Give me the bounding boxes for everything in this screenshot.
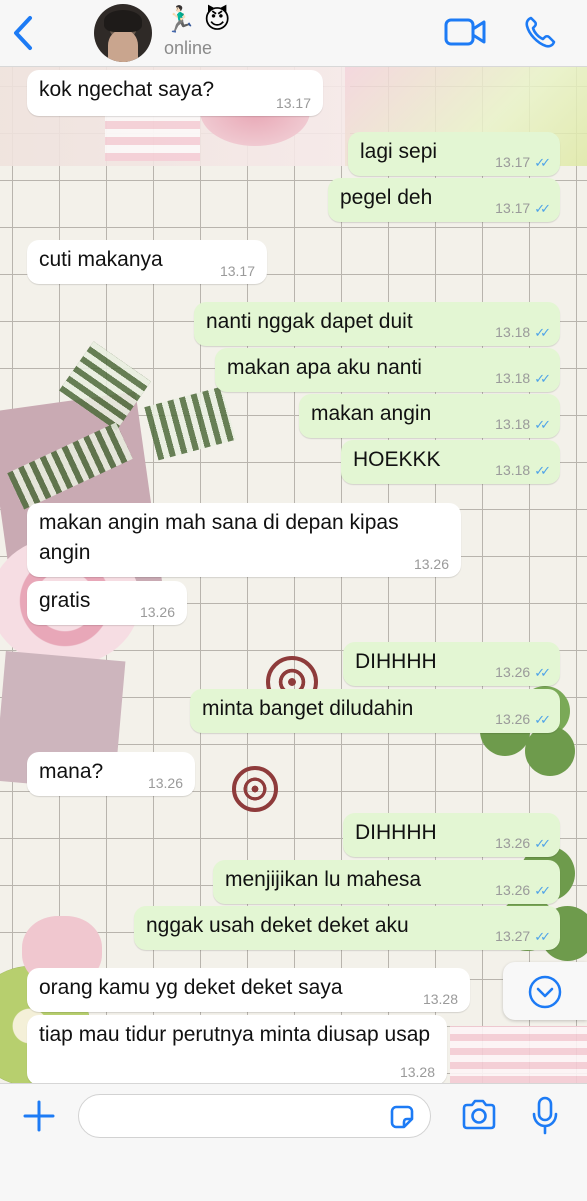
message-bubble-outgoing[interactable]: makan apa aku nanti 13.18 ✓✓: [215, 348, 560, 392]
message-bubble-incoming[interactable]: cuti makanya 13.17: [27, 240, 267, 284]
chevron-down-circle-icon: [528, 975, 562, 1009]
message-time: 13.26: [147, 775, 183, 791]
read-receipt-icon: ✓✓: [534, 371, 551, 386]
message-bubble-incoming[interactable]: gratis 13.26: [27, 581, 187, 625]
message-bubble-incoming[interactable]: tiap mau tidur perutnya minta diusap usa…: [27, 1015, 447, 1083]
message-text: tiap mau tidur perutnya minta diusap usa…: [39, 1023, 431, 1046]
message-text: mana?: [39, 760, 104, 783]
read-receipt-icon: ✓✓: [534, 883, 551, 898]
message-text: minta banget diludahin: [202, 697, 414, 720]
message-time: 13.26: [139, 604, 175, 620]
contact-status: online: [164, 38, 213, 58]
message-time: 13.28: [399, 1064, 435, 1080]
message-text: HOEKKK: [353, 448, 441, 471]
message-time: 13.28: [422, 991, 458, 1007]
read-receipt-icon: ✓✓: [534, 463, 551, 478]
message-input[interactable]: [78, 1094, 431, 1138]
message-time: 13.27: [495, 928, 531, 944]
message-bubble-incoming[interactable]: orang kamu yg deket deket saya 13.28: [27, 968, 470, 1012]
message-time: 13.17: [275, 95, 311, 111]
read-receipt-icon: ✓✓: [534, 417, 551, 432]
message-bubble-outgoing[interactable]: DIHHHH 13.26 ✓✓: [343, 813, 560, 857]
read-receipt-icon: ✓✓: [534, 155, 551, 170]
message-text: kok ngechat saya?: [39, 78, 215, 101]
message-bubble-incoming[interactable]: mana? 13.26: [27, 752, 195, 796]
chevron-left-icon[interactable]: [10, 14, 36, 52]
phone-icon[interactable]: [524, 15, 556, 49]
message-time: 13.18: [495, 370, 531, 386]
message-time: 13.17: [495, 154, 531, 170]
message-bubble-outgoing[interactable]: DIHHHH 13.26 ✓✓: [343, 642, 560, 686]
message-bubble-outgoing[interactable]: minta banget diludahin 13.26 ✓✓: [190, 689, 560, 733]
camera-icon[interactable]: [460, 1098, 498, 1132]
message-time: 13.17: [219, 263, 255, 279]
message-text: lagi sepi: [360, 140, 438, 163]
message-text: cuti makanya: [39, 248, 163, 271]
message-text: pegel deh: [340, 186, 433, 209]
message-time: 13.26: [495, 664, 531, 680]
message-time: 13.18: [495, 462, 531, 478]
sticker-icon[interactable]: [388, 1103, 416, 1131]
read-receipt-icon: ✓✓: [534, 712, 551, 727]
message-text: makan angin mah sana di depan kipas angi…: [39, 511, 399, 564]
message-bubble-outgoing[interactable]: HOEKKK 13.18 ✓✓: [341, 440, 560, 484]
read-receipt-icon: ✓✓: [534, 665, 551, 680]
message-text: nanti nggak dapet duit: [206, 310, 413, 333]
microphone-icon[interactable]: [530, 1096, 560, 1136]
plus-icon[interactable]: [22, 1099, 56, 1133]
message-bubble-outgoing[interactable]: pegel deh 13.17 ✓✓: [328, 178, 560, 222]
message-time: 13.26: [413, 556, 449, 572]
message-time: 13.26: [495, 711, 531, 727]
message-text: makan angin: [311, 402, 432, 425]
message-bubble-incoming[interactable]: makan angin mah sana di depan kipas angi…: [27, 503, 461, 577]
message-text: orang kamu yg deket deket saya: [39, 976, 343, 999]
message-bubble-outgoing[interactable]: nggak usah deket deket aku 13.27 ✓✓: [134, 906, 560, 950]
message-time: 13.17: [495, 200, 531, 216]
read-receipt-icon: ✓✓: [534, 929, 551, 944]
message-bubble-outgoing[interactable]: nanti nggak dapet duit 13.18 ✓✓: [194, 302, 560, 346]
scroll-to-bottom-button[interactable]: [503, 962, 587, 1020]
message-time: 13.26: [495, 835, 531, 851]
composer-bar: [0, 1083, 587, 1201]
message-text: DIHHHH: [355, 650, 437, 673]
chat-area[interactable]: kok ngechat saya? 13.17 lagi sepi 13.17 ✓…: [0, 66, 587, 1083]
wallpaper-bow: [7, 341, 236, 510]
read-receipt-icon: ✓✓: [534, 836, 551, 851]
read-receipt-icon: ✓✓: [534, 201, 551, 216]
chat-header: 🏃🏻‍♂️ 😈 online: [0, 0, 587, 67]
message-bubble-outgoing[interactable]: lagi sepi 13.17 ✓✓: [348, 132, 560, 176]
message-text: gratis: [39, 589, 91, 612]
message-time: 13.18: [495, 416, 531, 432]
read-receipt-icon: ✓✓: [534, 325, 551, 340]
message-bubble-outgoing[interactable]: menjijikan lu mahesa 13.26 ✓✓: [213, 860, 560, 904]
message-bubble-incoming[interactable]: kok ngechat saya? 13.17: [27, 70, 323, 116]
wallpaper-gingham-bottom: [450, 1026, 587, 1083]
message-text: DIHHHH: [355, 821, 437, 844]
message-text: menjijikan lu mahesa: [225, 868, 422, 891]
contact-name[interactable]: 🏃🏻‍♂️ 😈: [164, 4, 231, 34]
wallpaper-red-spiral-2: [232, 766, 278, 812]
message-bubble-outgoing[interactable]: makan angin 13.18 ✓✓: [299, 394, 560, 438]
message-text: makan apa aku nanti: [227, 356, 422, 379]
message-time: 13.18: [495, 324, 531, 340]
message-time: 13.26: [495, 882, 531, 898]
video-camera-icon[interactable]: [444, 17, 486, 47]
message-text: nggak usah deket deket aku: [146, 914, 409, 937]
avatar[interactable]: [94, 4, 152, 62]
